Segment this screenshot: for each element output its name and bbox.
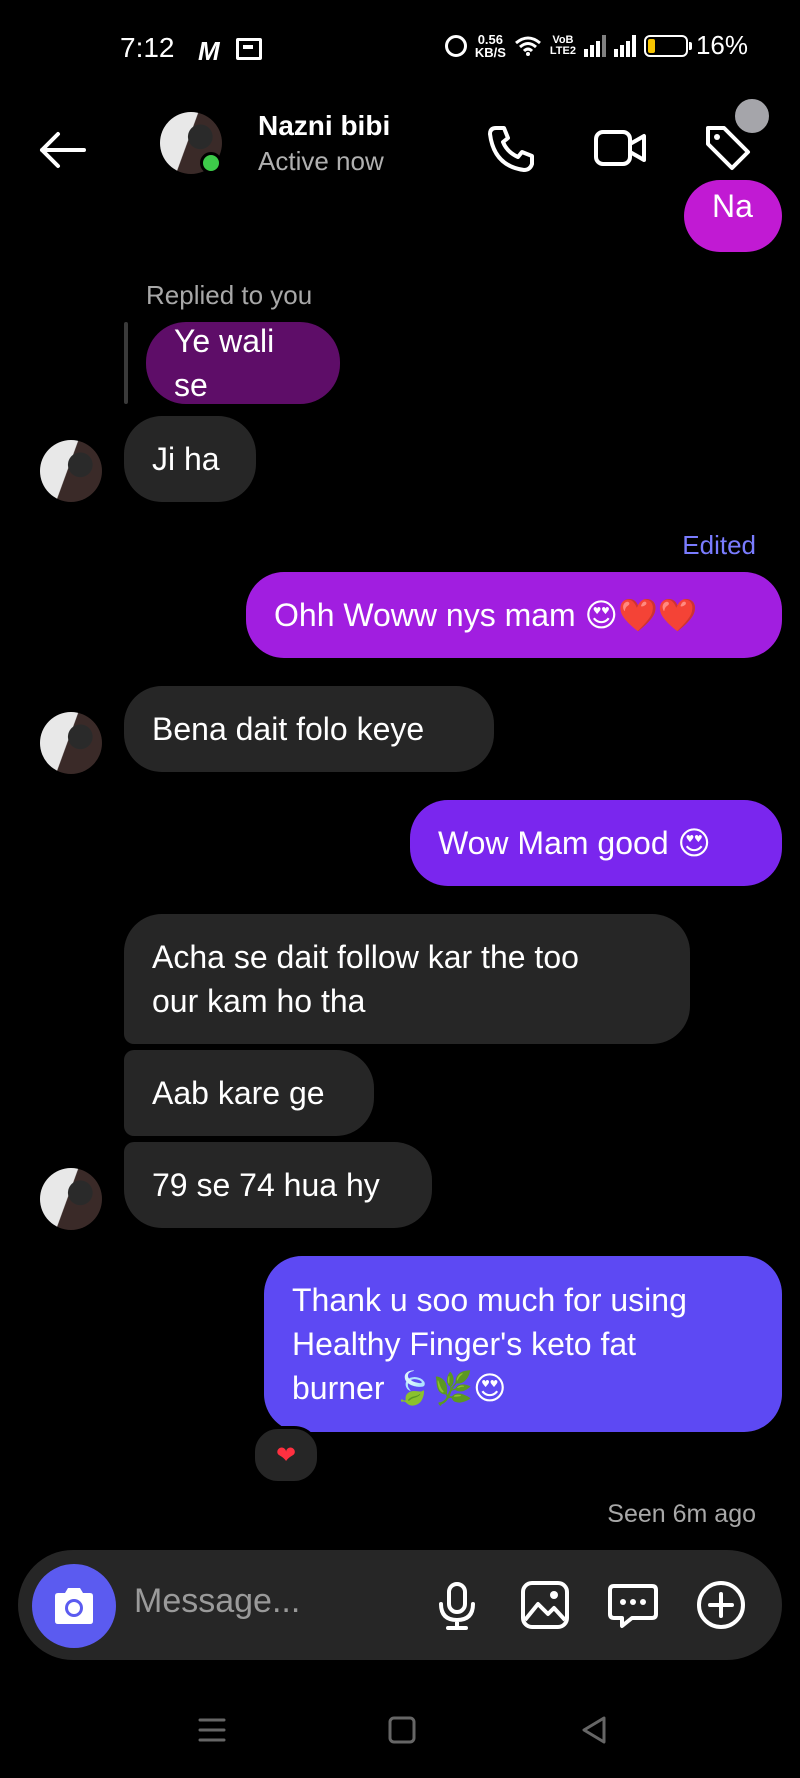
message-composer: Message... — [18, 1550, 782, 1660]
plus-circle-icon[interactable] — [694, 1578, 748, 1632]
online-status-dot — [200, 152, 222, 174]
presence-status: Active now — [258, 146, 384, 176]
edited-label[interactable]: Edited — [682, 530, 756, 561]
message-incoming[interactable]: Acha se dait follow kar the too our kam … — [124, 914, 690, 1044]
camera-icon — [55, 1588, 93, 1624]
gallery-icon[interactable] — [518, 1578, 572, 1632]
message-outgoing-partial[interactable]: Na — [684, 180, 782, 252]
contact-name[interactable]: Nazni bibi — [258, 110, 390, 142]
wifi-icon — [514, 36, 541, 56]
status-bar: 7:12 M 0.56 KB/S VoB LTE2 16% — [0, 0, 800, 100]
back-triangle-icon[interactable] — [574, 1710, 614, 1750]
system-navigation-bar — [0, 1690, 800, 1778]
message-incoming[interactable]: Aab kare ge — [124, 1050, 374, 1136]
contact-avatar-small[interactable] — [40, 1168, 102, 1230]
message-outgoing[interactable]: Ohh Woww nys mam 😍❤️❤️ — [246, 572, 782, 658]
signal-icon-2 — [613, 34, 636, 57]
sim-card-icon — [236, 38, 262, 60]
chat-header: Nazni bibi Active now — [0, 100, 800, 200]
menu-icon[interactable] — [192, 1710, 232, 1750]
alarm-icon — [444, 34, 467, 57]
reply-quote-bar — [124, 322, 128, 404]
notification-dot — [732, 96, 772, 136]
back-arrow-icon[interactable] — [36, 130, 88, 170]
camera-button[interactable] — [32, 1564, 116, 1648]
microphone-icon[interactable] — [430, 1578, 484, 1632]
clock: 7:12 — [120, 32, 175, 63]
message-incoming[interactable]: Ji ha — [124, 416, 256, 502]
heart-reaction[interactable]: ❤ — [252, 1426, 320, 1484]
battery-icon — [643, 34, 692, 57]
signal-icon — [583, 34, 606, 57]
chat-screen: { "status_bar": { "time": "7:12", "carri… — [0, 0, 800, 1778]
volte-indicator: VoB LTE2 — [549, 33, 576, 57]
contact-avatar-small[interactable] — [40, 712, 102, 774]
home-icon[interactable] — [382, 1710, 422, 1750]
sticker-chat-icon[interactable] — [606, 1578, 660, 1632]
message-input[interactable]: Message... — [134, 1582, 300, 1621]
carrier-m-icon: M — [198, 36, 220, 66]
contact-avatar-small[interactable] — [40, 440, 102, 502]
message-incoming[interactable]: Bena dait folo keye — [124, 686, 494, 772]
message-incoming[interactable]: 79 se 74 hua hy — [124, 1142, 432, 1228]
network-speed: 0.56 KB/S — [474, 31, 506, 60]
phone-call-icon[interactable] — [484, 120, 540, 176]
battery-percent: 16% — [695, 30, 748, 60]
message-outgoing[interactable]: Thank u soo much for using Healthy Finge… — [264, 1256, 782, 1432]
replied-to-you-label: Replied to you — [146, 280, 313, 310]
message-outgoing[interactable]: Wow Mam good 😍 — [410, 800, 782, 886]
video-call-icon[interactable] — [592, 120, 648, 176]
seen-receipt: Seen 6m ago — [607, 1500, 756, 1528]
reply-quote-bubble[interactable]: Ye wali se — [146, 322, 340, 404]
status-right-group: 0.56 KB/S VoB LTE2 16% — [444, 30, 748, 61]
